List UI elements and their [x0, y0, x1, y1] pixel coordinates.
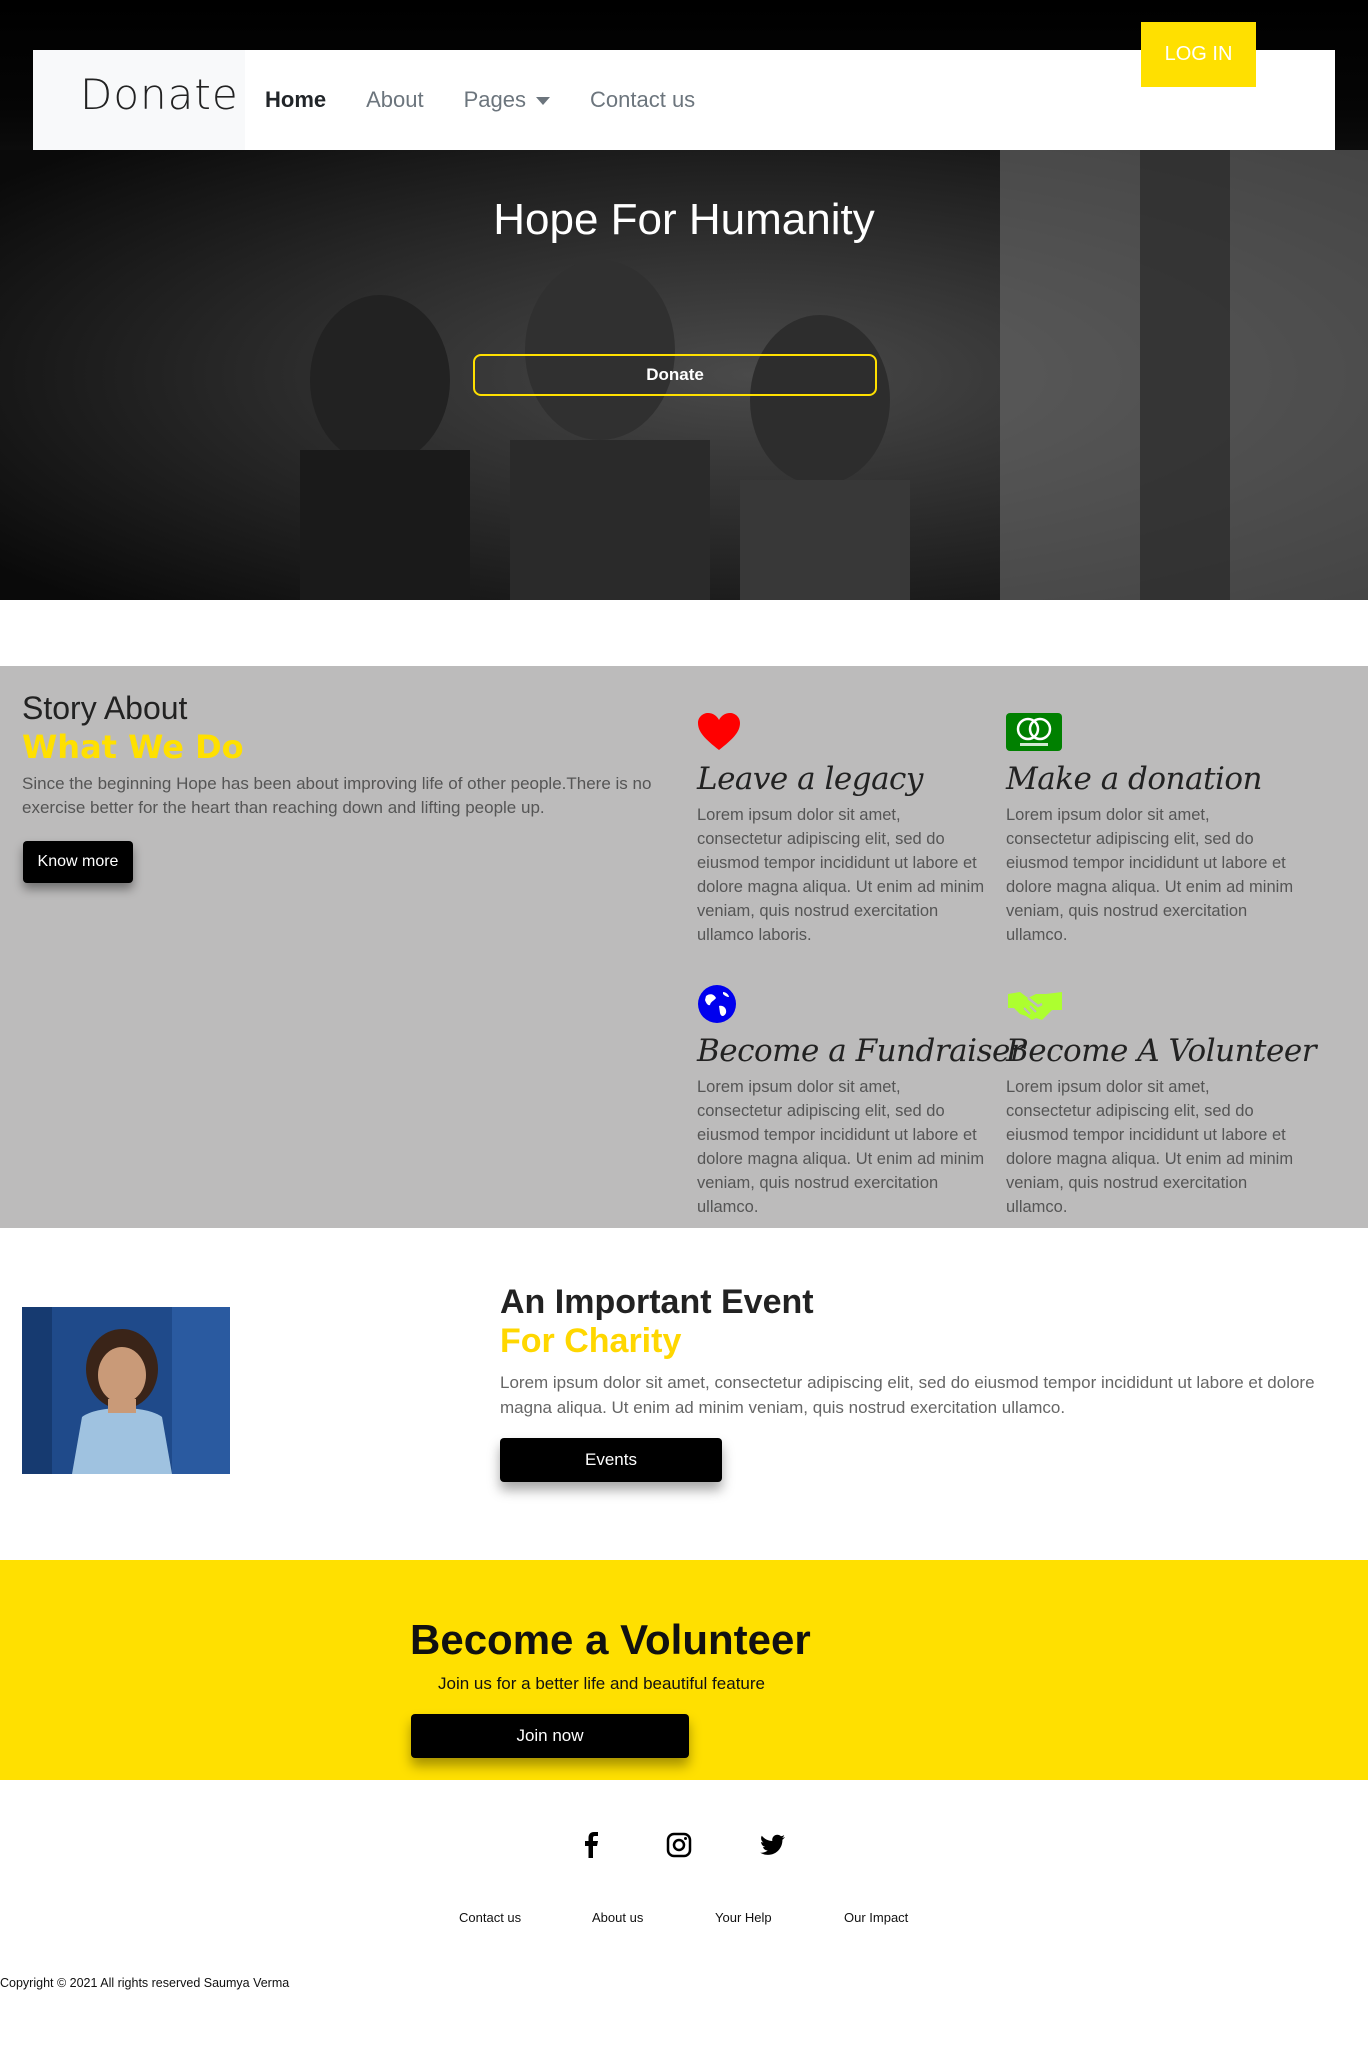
feature-text: Lorem ipsum dolor sit amet, consectetur … [1006, 806, 1294, 944]
hero-section: Donate Home About Pages Contact us LOG I… [0, 0, 1368, 600]
footer-link-impact[interactable]: Our Impact [844, 1910, 908, 1925]
footer-link-contact[interactable]: Contact us [459, 1910, 521, 1925]
feature-text: Lorem ipsum dolor sit amet, consectetur … [1006, 1078, 1294, 1216]
nav-pages-label: Pages [463, 87, 527, 112]
footer-link-about[interactable]: About us [592, 1910, 643, 1925]
event-title: An Important Event [500, 1283, 814, 1321]
copyright-text: Copyright © 2021 All rights reserved Sau… [0, 1976, 290, 1990]
feature-fundraiser: Become a Fundraiser Lorem ipsum dolor si… [697, 984, 1025, 1219]
event-text: Lorem ipsum dolor sit amet, consectetur … [500, 1373, 1315, 1417]
nav-links: Home About Pages Contact us [245, 50, 769, 150]
login-button[interactable]: LOG IN [1141, 22, 1256, 87]
mastercard-icon [1006, 713, 1062, 751]
feature-volunteer: Become A Volunteer Lorem ipsum dolor sit… [1006, 984, 1317, 1219]
hero-title: Hope For Humanity [493, 195, 875, 244]
brand-logo[interactable]: Donate [80, 70, 239, 119]
volunteer-subtitle: Join us for a better life and beautiful … [438, 1674, 765, 1693]
volunteer-title: Become a Volunteer [410, 1616, 811, 1663]
feature-title: Make a donation [1006, 761, 1263, 797]
story-section: Story About What We Do Since the beginni… [0, 666, 1368, 1228]
globe-icon [698, 985, 736, 1023]
handshake-icon [1008, 992, 1062, 1020]
feature-title: Become a Fundraiser [697, 1033, 1025, 1069]
brand-box: Donate [33, 50, 245, 150]
story-subtitle: What We Do [22, 728, 244, 766]
hero-donate-button[interactable]: Donate [473, 354, 877, 396]
feature-text: Lorem ipsum dolor sit amet, consectetur … [697, 1078, 985, 1216]
feature-title: Become A Volunteer [1006, 1033, 1317, 1069]
event-subtitle: For Charity [500, 1322, 682, 1360]
volunteer-section: Become a Volunteer Join us for a better … [0, 1560, 1368, 1780]
events-button[interactable]: Events [500, 1438, 722, 1482]
event-girl-photo [22, 1307, 230, 1474]
heart-icon [698, 713, 740, 750]
nav-home[interactable]: Home [245, 87, 346, 113]
instagram-icon[interactable] [664, 1830, 694, 1860]
top-navbar: Donate Home About Pages Contact us [33, 50, 1335, 150]
story-title: Story About [22, 690, 188, 726]
story-text: Since the beginning Hope has been about … [22, 774, 652, 817]
nav-about[interactable]: About [346, 87, 444, 113]
nav-contact[interactable]: Contact us [570, 87, 715, 113]
feature-legacy: Leave a legacy Lorem ipsum dolor sit ame… [697, 712, 987, 947]
feature-title: Leave a legacy [697, 761, 923, 797]
caret-down-icon [536, 97, 551, 106]
footer-link-help[interactable]: Your Help [715, 1910, 772, 1925]
facebook-icon[interactable] [576, 1830, 606, 1860]
feature-donation: Make a donation Lorem ipsum dolor sit am… [1006, 712, 1296, 947]
join-now-button[interactable]: Join now [411, 1714, 689, 1758]
twitter-icon[interactable] [758, 1830, 788, 1860]
nav-pages-dropdown[interactable]: Pages [444, 87, 570, 113]
know-more-button[interactable]: Know more [23, 841, 133, 883]
feature-text: Lorem ipsum dolor sit amet, consectetur … [697, 806, 985, 944]
